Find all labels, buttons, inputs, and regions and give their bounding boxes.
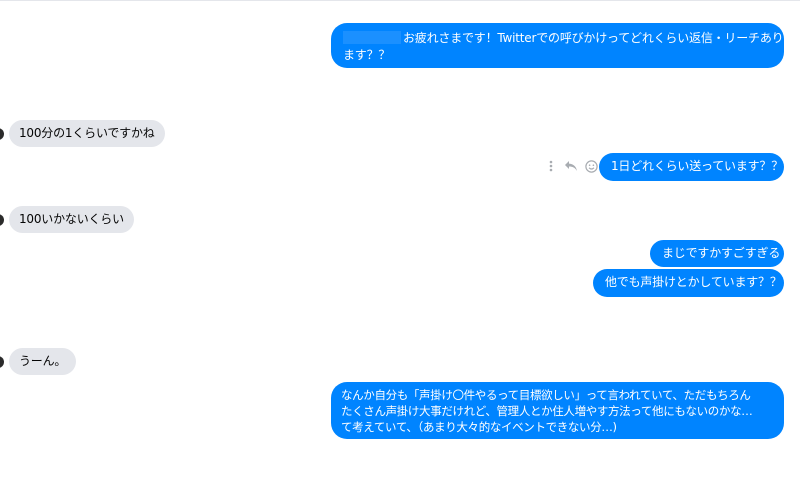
message-bubble-outgoing[interactable]: なんか自分も「声掛け〇件やるって目標欲しい」って言われていて、ただもちろん たく… xyxy=(331,382,784,439)
more-vertical-icon[interactable] xyxy=(543,158,559,174)
message-bubble-incoming[interactable]: 100いかないくらい xyxy=(9,206,134,233)
contact-avatar[interactable] xyxy=(0,214,4,226)
smiley-icon[interactable] xyxy=(583,158,599,174)
message-line: て考えていて、（あまり大々的なイベントできない分…) xyxy=(341,420,617,434)
message-text: 1日どれくらい送っています？？ xyxy=(611,159,784,173)
conversation-thread[interactable]: お疲れさまです！Twitterでの呼びかけってどれくらい返信・リーチあり ます？… xyxy=(0,0,800,478)
redacted-name-block xyxy=(343,31,401,44)
message-text: うーん。 xyxy=(19,354,67,368)
message-bubble-outgoing[interactable]: まじですかすごすぎる xyxy=(650,240,784,267)
contact-avatar[interactable] xyxy=(0,128,4,140)
message-text: 他でも声掛けとかしています？？ xyxy=(605,275,782,289)
message-line: たくさん声掛け大事だけれど、管理人とか住人増やす方法って他にもないのかな… xyxy=(341,404,753,418)
message-text: 100いかないくらい xyxy=(19,212,124,226)
message-text: まじですかすごすぎる xyxy=(662,246,781,260)
message-bubble-incoming[interactable]: 100分の1くらいですかね xyxy=(9,120,165,147)
reply-icon[interactable] xyxy=(563,158,579,174)
message-bubble-outgoing[interactable]: お疲れさまです！Twitterでの呼びかけってどれくらい返信・リーチあり ます？… xyxy=(331,23,784,68)
message-line: お疲れさまです！Twitterでの呼びかけってどれくらい返信・リーチあり xyxy=(343,30,784,47)
message-text: 100分の1くらいですかね xyxy=(19,126,155,140)
message-bubble-outgoing[interactable]: 1日どれくらい送っています？？ xyxy=(599,153,784,181)
message-bubble-incoming[interactable]: うーん。 xyxy=(9,348,77,375)
message-actions xyxy=(543,158,599,174)
message-line: なんか自分も「声掛け〇件やるって目標欲しい」って言われていて、ただもちろん xyxy=(341,388,751,402)
message-bubble-outgoing[interactable]: 他でも声掛けとかしています？？ xyxy=(593,269,784,297)
message-line: ます？？ xyxy=(343,48,391,62)
contact-avatar[interactable] xyxy=(0,356,4,368)
